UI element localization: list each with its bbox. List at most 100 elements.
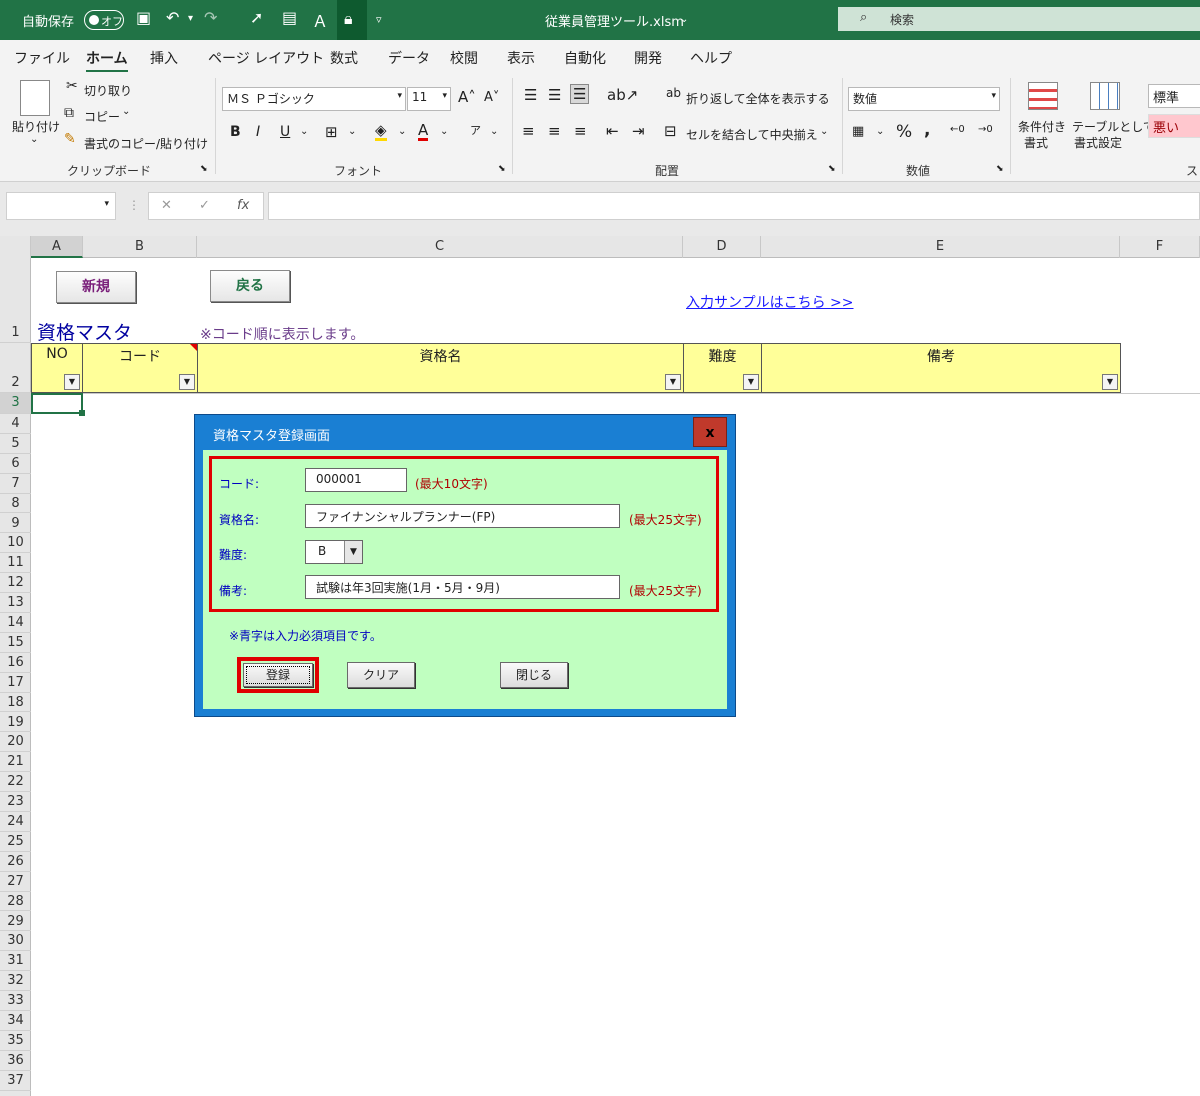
- row-header-1[interactable]: 1: [0, 258, 31, 343]
- paste-icon[interactable]: [20, 80, 50, 116]
- function-icon[interactable]: fx: [237, 198, 249, 213]
- row-header-32[interactable]: 32: [0, 971, 31, 992]
- row-header-14[interactable]: 14: [0, 613, 31, 633]
- fill-color-icon[interactable]: ◈: [375, 122, 387, 141]
- underline-icon[interactable]: U: [280, 124, 290, 140]
- pointer-icon[interactable]: ➚: [250, 8, 263, 27]
- enter-icon[interactable]: ✓: [199, 198, 210, 213]
- tab-insert[interactable]: 挿入: [150, 48, 178, 68]
- format-as-table-button-2[interactable]: 書式設定: [1074, 134, 1122, 151]
- align-right-icon[interactable]: ≡: [574, 122, 587, 140]
- close-button[interactable]: 閉じる: [500, 662, 568, 688]
- alignment-launcher-icon[interactable]: ⬊: [828, 164, 836, 174]
- row-header-7[interactable]: 7: [0, 474, 31, 494]
- chevron-down-icon[interactable]: ▼: [344, 541, 362, 563]
- textbox-icon[interactable]: Ａ: [312, 8, 328, 32]
- filter-dropdown-icon[interactable]: ▼: [64, 374, 80, 390]
- format-painter-icon[interactable]: ✎: [64, 131, 76, 147]
- row-header-2[interactable]: 2: [0, 343, 31, 393]
- format-painter-button[interactable]: 書式のコピー/貼り付け: [84, 135, 208, 152]
- fill-handle[interactable]: [79, 410, 85, 416]
- column-header-d[interactable]: D: [683, 236, 761, 258]
- currency-dropdown-icon[interactable]: ⌄: [876, 126, 884, 137]
- row-header-13[interactable]: 13: [0, 593, 31, 613]
- row-header-20[interactable]: 20: [0, 732, 31, 753]
- tab-file[interactable]: ファイル: [14, 48, 70, 68]
- increase-decimal-icon[interactable]: ←0: [950, 124, 965, 135]
- dialog-close-button[interactable]: x: [693, 417, 727, 447]
- tab-page-layout[interactable]: ページ レイアウト: [208, 48, 324, 68]
- orientation-icon[interactable]: ab↗: [607, 86, 638, 104]
- wrap-text-button[interactable]: 折り返して全体を表示する: [686, 90, 830, 107]
- undo-dropdown-icon[interactable]: ▾: [188, 13, 193, 24]
- row-header-4[interactable]: 4: [0, 414, 31, 434]
- row-header-25[interactable]: 25: [0, 832, 31, 852]
- row-header-12[interactable]: 12: [0, 573, 31, 594]
- bold-icon[interactable]: B: [230, 124, 241, 140]
- align-top-icon[interactable]: ☰: [524, 86, 537, 104]
- phonetic-icon[interactable]: ア: [470, 122, 481, 138]
- level-select[interactable]: B ▼: [305, 540, 363, 564]
- row-header-18[interactable]: 18: [0, 693, 31, 713]
- align-bottom-icon[interactable]: ☰: [570, 84, 590, 104]
- search-box[interactable]: ⌕ 検索: [838, 7, 1200, 31]
- italic-icon[interactable]: I: [256, 124, 260, 140]
- paste-dropdown-icon[interactable]: ⌄: [30, 134, 38, 145]
- row-header-5[interactable]: 5: [0, 434, 31, 454]
- tab-help[interactable]: ヘルプ: [690, 48, 732, 68]
- tab-developer[interactable]: 開発: [634, 48, 662, 68]
- row-header-34[interactable]: 34: [0, 1011, 31, 1031]
- format-as-table-icon[interactable]: [1090, 82, 1120, 110]
- autosave-toggle[interactable]: オフ: [84, 10, 124, 30]
- decrease-font-icon[interactable]: A˅: [484, 90, 499, 105]
- column-header-c[interactable]: C: [197, 236, 683, 258]
- conditional-format-button[interactable]: 条件付き: [1018, 118, 1066, 135]
- row-header-16[interactable]: 16: [0, 653, 31, 673]
- save-icon[interactable]: ▣: [136, 8, 151, 27]
- row-header-3[interactable]: 3: [0, 393, 31, 414]
- clear-button[interactable]: クリア: [347, 662, 415, 688]
- column-header-f[interactable]: F: [1120, 236, 1200, 258]
- active-cell[interactable]: [31, 393, 83, 414]
- conditional-format-icon[interactable]: [1028, 82, 1058, 110]
- copy-dropdown-icon[interactable]: ⌄: [122, 106, 130, 117]
- lock-button[interactable]: 🔒︎: [337, 0, 367, 40]
- cancel-icon[interactable]: ✕: [161, 198, 172, 213]
- row-header-15[interactable]: 15: [0, 633, 31, 653]
- border-icon[interactable]: ⊞: [325, 123, 338, 141]
- tab-view[interactable]: 表示: [507, 48, 535, 68]
- decrease-decimal-icon[interactable]: →0: [978, 124, 993, 135]
- undo-icon[interactable]: ↶: [166, 8, 179, 27]
- row-header-28[interactable]: 28: [0, 892, 31, 912]
- row-header-26[interactable]: 26: [0, 852, 31, 872]
- percent-icon[interactable]: %: [896, 122, 912, 142]
- font-color-icon[interactable]: A: [418, 122, 429, 141]
- name-input[interactable]: ファイナンシャルプランナー(FP): [305, 504, 620, 528]
- row-header-11[interactable]: 11: [0, 553, 31, 574]
- column-header-a[interactable]: A: [31, 236, 83, 258]
- row-header-24[interactable]: 24: [0, 812, 31, 832]
- tab-home[interactable]: ホーム: [86, 48, 128, 73]
- filter-dropdown-icon[interactable]: ▼: [179, 374, 195, 390]
- filter-dropdown-icon[interactable]: ▼: [1102, 374, 1118, 390]
- sample-link[interactable]: 入力サンプルはこちら >>: [686, 292, 854, 312]
- formula-input[interactable]: [268, 192, 1200, 220]
- merge-icon[interactable]: ⊟: [664, 122, 677, 140]
- underline-dropdown-icon[interactable]: ⌄: [300, 126, 308, 137]
- number-launcher-icon[interactable]: ⬊: [996, 164, 1004, 174]
- remark-input[interactable]: 試験は年3回実施(1月・5月・9月): [305, 575, 620, 599]
- font-launcher-icon[interactable]: ⬊: [498, 164, 506, 174]
- style-bad[interactable]: 悪い: [1148, 114, 1200, 138]
- row-header-33[interactable]: 33: [0, 991, 31, 1011]
- clipboard-launcher-icon[interactable]: ⬊: [200, 164, 208, 174]
- row-header-10[interactable]: 10: [0, 533, 31, 554]
- row-header-29[interactable]: 29: [0, 912, 31, 932]
- redo-icon[interactable]: ↷: [204, 8, 217, 27]
- row-header-36[interactable]: 36: [0, 1051, 31, 1071]
- align-middle-icon[interactable]: ☰: [548, 86, 561, 104]
- increase-font-icon[interactable]: A˄: [458, 88, 476, 106]
- document-icon[interactable]: ▤: [282, 8, 297, 27]
- name-box[interactable]: ▾: [6, 192, 116, 220]
- row-header-30[interactable]: 30: [0, 931, 31, 952]
- row-header-35[interactable]: 35: [0, 1031, 31, 1051]
